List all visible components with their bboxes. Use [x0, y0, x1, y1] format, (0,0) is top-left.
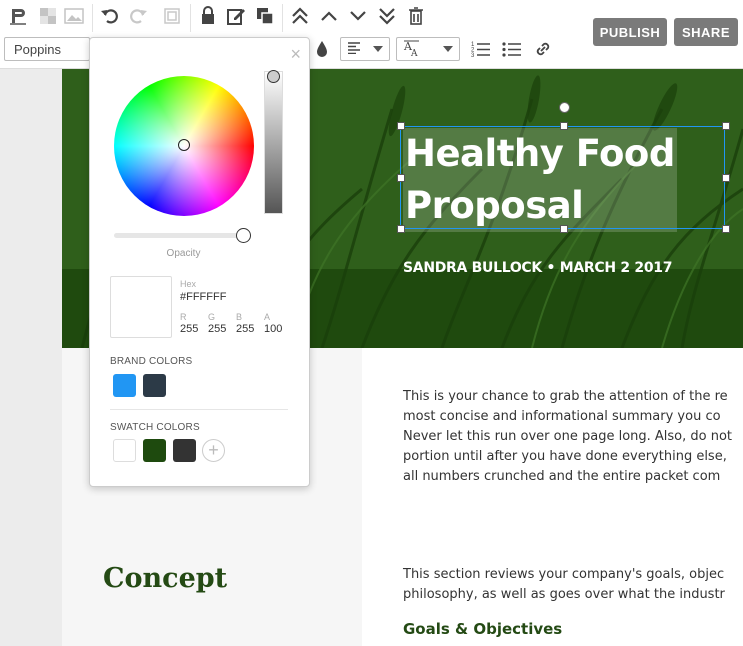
- g-label: G: [208, 312, 216, 322]
- resize-handle[interactable]: [560, 122, 568, 130]
- canvas-margin: [0, 69, 62, 646]
- a-input[interactable]: 100: [264, 323, 282, 335]
- resize-handle[interactable]: [722, 122, 730, 130]
- g-input[interactable]: 255: [208, 323, 226, 335]
- svg-text:A: A: [410, 49, 418, 57]
- selection-box: [400, 126, 725, 229]
- align-left-icon: [347, 41, 361, 57]
- redo-icon[interactable]: [126, 4, 150, 28]
- resize-handle[interactable]: [722, 174, 730, 182]
- toolbar-divider: [92, 4, 93, 32]
- concept-paragraph[interactable]: This section reviews your company's goal…: [403, 565, 725, 605]
- text-size-select[interactable]: AA: [396, 37, 460, 61]
- lightness-slider-knob[interactable]: [267, 70, 280, 83]
- swatch-color[interactable]: [113, 439, 136, 462]
- swatch-color[interactable]: [143, 439, 166, 462]
- brand-color-swatch[interactable]: [113, 374, 136, 397]
- concept-heading[interactable]: Concept: [103, 563, 227, 594]
- paragraph-icon[interactable]: [6, 4, 30, 28]
- lightness-slider[interactable]: [264, 71, 283, 214]
- copy-icon[interactable]: [253, 4, 277, 28]
- send-back-icon[interactable]: [375, 4, 399, 28]
- resize-handle[interactable]: [560, 225, 568, 233]
- resize-handle[interactable]: [397, 225, 405, 233]
- numbered-list-icon[interactable]: 123: [469, 37, 493, 61]
- a-label: A: [264, 312, 271, 322]
- chevron-down-icon: [443, 46, 453, 52]
- toolbar-divider: [282, 4, 283, 32]
- swatch-color[interactable]: [173, 439, 196, 462]
- color-wheel-cursor[interactable]: [178, 139, 190, 151]
- toolbar-divider: [190, 4, 191, 32]
- move-down-icon[interactable]: [346, 4, 370, 28]
- text-line: all numbers crunched and the entire pack…: [403, 469, 721, 484]
- transparency-icon[interactable]: [36, 4, 60, 28]
- text-line: philosophy, as well as goes over what th…: [403, 587, 725, 602]
- lock-icon[interactable]: [196, 4, 220, 28]
- text-align-select[interactable]: [340, 37, 390, 61]
- r-label: R: [180, 312, 187, 322]
- intro-paragraph[interactable]: This is your chance to grab the attentio…: [403, 387, 732, 487]
- droplet-icon[interactable]: [310, 37, 334, 61]
- hero-subtitle[interactable]: SANDRA BULLOCK • MARCH 2 2017: [403, 260, 672, 276]
- color-picker-popup: × Opacity Hex #FFFFFF R G B A 255 255 25…: [89, 37, 310, 487]
- brand-color-swatch[interactable]: [143, 374, 166, 397]
- undo-icon[interactable]: [98, 4, 122, 28]
- text-line: This is your chance to grab the attentio…: [403, 389, 728, 404]
- opacity-label: Opacity: [166, 248, 201, 259]
- resize-handle[interactable]: [397, 122, 405, 130]
- bullet-list-icon[interactable]: [500, 37, 524, 61]
- link-icon[interactable]: [531, 37, 555, 61]
- hex-label: Hex: [180, 279, 197, 289]
- image-icon[interactable]: [62, 4, 86, 28]
- r-input[interactable]: 255: [180, 323, 198, 335]
- publish-button[interactable]: PUBLISH: [593, 18, 667, 46]
- text-line: most concise and informational summary y…: [403, 409, 721, 424]
- swatch-colors-label: SWATCH COLORS: [110, 422, 200, 433]
- bring-front-icon[interactable]: [288, 4, 312, 28]
- goals-heading[interactable]: Goals & Objectives: [403, 620, 562, 638]
- section-divider: [110, 409, 288, 410]
- resize-handle[interactable]: [722, 225, 730, 233]
- svg-text:3: 3: [471, 53, 475, 58]
- resize-handle[interactable]: [397, 174, 405, 182]
- trash-icon[interactable]: [404, 4, 428, 28]
- b-input[interactable]: 255: [236, 323, 254, 335]
- font-family-select[interactable]: Poppins: [4, 37, 90, 61]
- opacity-slider-knob[interactable]: [236, 228, 251, 243]
- b-label: B: [236, 312, 243, 322]
- text-size-icon: AA: [403, 39, 421, 60]
- text-line: portion until after you have done everyt…: [403, 449, 727, 464]
- hex-input[interactable]: #FFFFFF: [180, 291, 226, 303]
- brand-colors-label: BRAND COLORS: [110, 356, 193, 367]
- text-line: Never let this run over one page long. A…: [403, 429, 733, 444]
- crop-icon[interactable]: [160, 4, 184, 28]
- add-swatch-button[interactable]: +: [202, 439, 225, 462]
- edit-icon[interactable]: [224, 4, 248, 28]
- share-button[interactable]: SHARE: [674, 18, 738, 46]
- move-up-icon[interactable]: [317, 4, 341, 28]
- close-icon[interactable]: ×: [290, 44, 301, 65]
- chevron-down-icon: [373, 46, 383, 52]
- text-line: This section reviews your company's goal…: [403, 567, 725, 582]
- opacity-slider[interactable]: [114, 233, 244, 238]
- color-preview: [110, 276, 172, 338]
- rotate-handle[interactable]: [559, 102, 570, 113]
